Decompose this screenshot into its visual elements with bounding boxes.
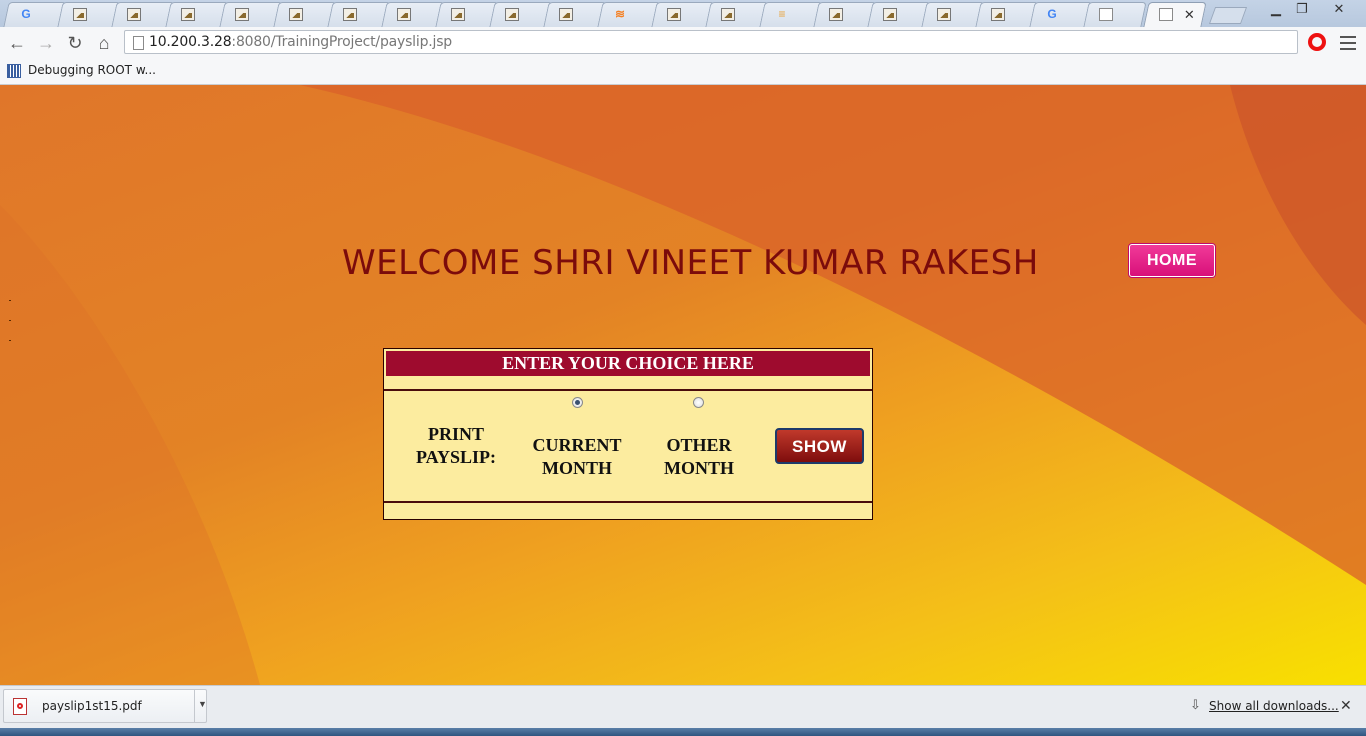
image-icon (829, 8, 843, 21)
image-icon (883, 8, 897, 21)
home-icon[interactable]: ⌂ (93, 32, 115, 54)
address-url[interactable]: 10.200.3.28:8080/TrainingProject/payslip… (149, 34, 452, 50)
maximize-icon[interactable]: ❐ (1289, 0, 1315, 18)
welcome-heading: WELCOME SHRI VINEET KUMAR RAKESH (342, 243, 1039, 283)
download-bar: payslip1st15.pdf ▼ ⇩ Show all downloads.… (0, 685, 1366, 729)
browser-tab[interactable] (1083, 2, 1147, 27)
opera-extension-icon[interactable] (1308, 33, 1326, 51)
home-button[interactable]: HOME (1129, 244, 1215, 277)
image-icon (127, 8, 141, 21)
show-button[interactable]: SHOW (775, 428, 864, 464)
image-icon (451, 8, 465, 21)
google-icon: G (21, 7, 31, 21)
document-icon (1099, 8, 1113, 21)
image-icon (559, 8, 573, 21)
browser-tab-active[interactable]: ✕ (1143, 2, 1207, 27)
image-icon (667, 8, 681, 21)
document-icon (1159, 8, 1173, 21)
choice-form: ENTER YOUR CHOICE HERE PRINT PAYSLIP: CU… (383, 348, 873, 520)
current-month-radio[interactable] (572, 397, 583, 408)
browser-menu-icon[interactable] (1340, 36, 1356, 50)
image-icon (505, 8, 519, 21)
pdf-icon (13, 698, 27, 715)
os-taskbar (0, 728, 1366, 736)
forward-arrow-icon[interactable]: → (35, 32, 57, 54)
tab-strip: G ≋ ≡ G ✕ ▁ ❐ ✕ (0, 0, 1366, 27)
download-file-name[interactable]: payslip1st15.pdf (42, 699, 142, 713)
menu-icon: ≡ (778, 7, 786, 21)
choice-header: ENTER YOUR CHOICE HERE (386, 351, 870, 376)
download-arrow-icon: ⇩ (1190, 697, 1201, 712)
divider (384, 389, 872, 391)
print-payslip-label: PRINT PAYSLIP: (415, 424, 496, 467)
image-icon (937, 8, 951, 21)
minimize-icon[interactable]: ▁ (1263, 0, 1289, 18)
marker (9, 320, 11, 321)
bookmark-favicon (7, 64, 21, 78)
page-content: WELCOME SHRI VINEET KUMAR RAKESH HOME EN… (0, 85, 1366, 685)
close-icon[interactable]: ✕ (1340, 697, 1352, 714)
close-tab-icon[interactable]: ✕ (1184, 7, 1195, 23)
divider (194, 690, 195, 722)
window-close-icon[interactable]: ✕ (1326, 0, 1352, 18)
image-icon (73, 8, 87, 21)
browser-toolbar: ← → ↻ ⌂ 10.200.3.28:8080/TrainingProject… (0, 27, 1366, 60)
stackoverflow-icon: ≋ (614, 7, 626, 21)
chevron-down-icon[interactable]: ▼ (198, 699, 207, 709)
image-icon (343, 8, 357, 21)
bookmark-link[interactable]: Debugging ROOT w... (28, 63, 156, 77)
image-icon (181, 8, 195, 21)
reload-icon[interactable]: ↻ (64, 32, 86, 54)
marker (9, 340, 11, 341)
current-month-label: CURRENT MONTH (532, 435, 622, 478)
bookmarks-bar: Debugging ROOT w... (0, 59, 1366, 85)
address-bar[interactable]: 10.200.3.28:8080/TrainingProject/payslip… (124, 30, 1298, 54)
other-month-radio[interactable] (693, 397, 704, 408)
google-icon: G (1047, 7, 1057, 21)
show-all-downloads-link[interactable]: Show all downloads... (1209, 699, 1339, 713)
image-icon (991, 8, 1005, 21)
other-month-label: OTHER MONTH (664, 435, 734, 478)
page-icon (133, 36, 144, 50)
image-icon (397, 8, 411, 21)
divider (384, 501, 872, 503)
image-icon (721, 8, 735, 21)
back-arrow-icon[interactable]: ← (6, 32, 28, 54)
image-icon (289, 8, 303, 21)
marker (9, 300, 11, 301)
image-icon (235, 8, 249, 21)
download-item[interactable]: payslip1st15.pdf ▼ (3, 689, 207, 723)
new-tab-button[interactable] (1208, 7, 1248, 24)
